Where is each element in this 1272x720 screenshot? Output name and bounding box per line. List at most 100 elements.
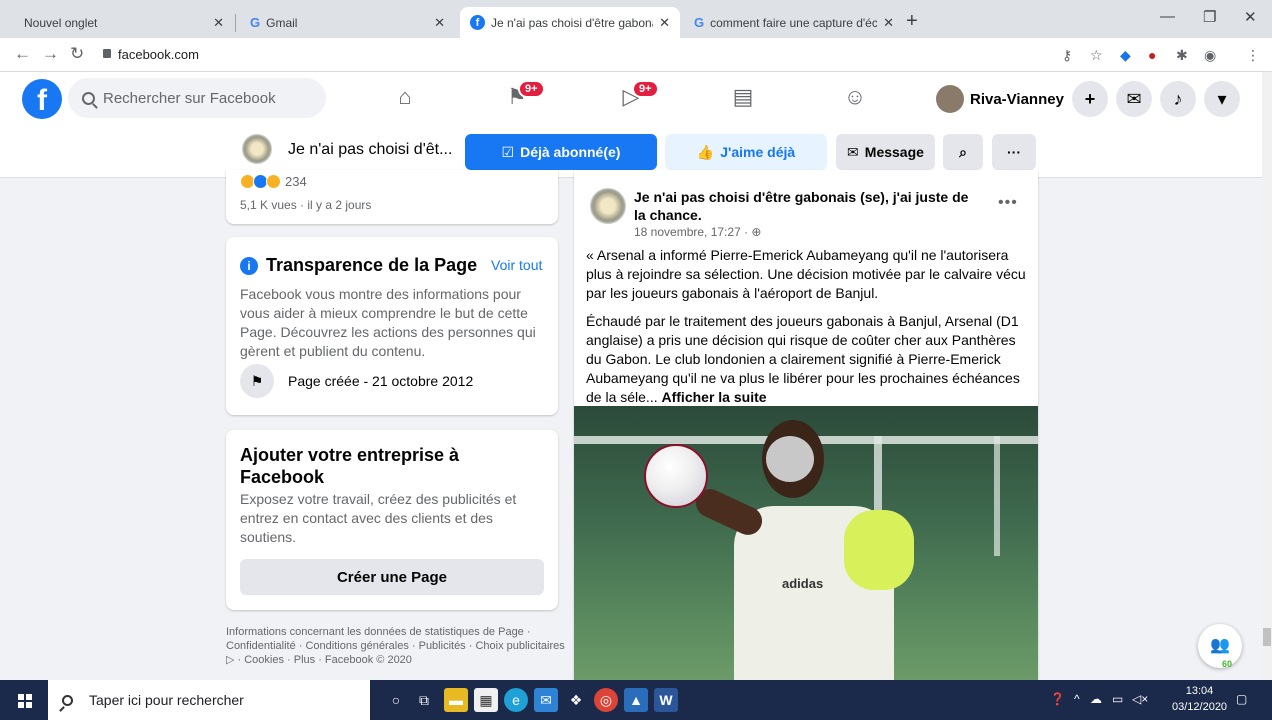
post-more-icon[interactable]: ••• bbox=[998, 194, 1018, 212]
close-icon[interactable]: ✕ bbox=[434, 15, 445, 31]
watch-icon[interactable]: ▷ 9+ bbox=[616, 80, 659, 114]
tab-gmail[interactable]: G Gmail ✕ bbox=[240, 7, 455, 38]
taskbar-search-placeholder: Taper ici pour rechercher bbox=[89, 692, 244, 708]
notifications-bell-icon[interactable]: ♪ bbox=[1160, 81, 1196, 117]
search-icon bbox=[82, 91, 95, 105]
biz-text: Exposez votre travail, créez des publici… bbox=[240, 491, 517, 545]
window-close-icon[interactable]: ✕ bbox=[1244, 8, 1257, 26]
close-icon[interactable]: ✕ bbox=[883, 15, 894, 31]
cortana-icon[interactable]: ○ bbox=[384, 688, 408, 712]
groups-icon[interactable]: ☺ bbox=[840, 84, 870, 114]
facebook-top-nav: f Rechercher sur Facebook ⌂ ⚑ 9+ ▷ 9+ ▤ … bbox=[0, 72, 1262, 126]
liked-button[interactable]: 👍 J'aime déjà bbox=[665, 134, 827, 170]
post-date[interactable]: 18 novembre, 17:27 · bbox=[634, 225, 748, 239]
contacts-button[interactable]: 👥 60 bbox=[1198, 624, 1242, 669]
puzzle-icon[interactable]: ✱ bbox=[1176, 47, 1188, 64]
close-icon[interactable]: ✕ bbox=[213, 15, 224, 31]
facebook-search-input[interactable]: Rechercher sur Facebook bbox=[68, 78, 326, 118]
photos-icon[interactable]: ▲ bbox=[624, 688, 648, 712]
pages-flag-icon[interactable]: ⚑ 9+ bbox=[502, 80, 545, 114]
browser-tab-strip: Nouvel onglet ✕ G Gmail ✕ f Je n'ai pas … bbox=[0, 0, 1272, 38]
new-tab-button[interactable]: + bbox=[906, 10, 918, 33]
minimize-icon[interactable]: — bbox=[1160, 8, 1175, 25]
page-scrollbar[interactable] bbox=[1262, 72, 1272, 680]
reactions[interactable]: 234 bbox=[240, 174, 307, 189]
transparency-title: Transparence de la Page bbox=[266, 255, 478, 275]
word-icon[interactable]: W bbox=[654, 688, 678, 712]
globe-icon: ⊕ bbox=[751, 225, 762, 239]
transparency-text: Facebook vous montre des informations po… bbox=[240, 286, 536, 359]
messenger-icon[interactable]: ✉ bbox=[1116, 81, 1152, 117]
home-icon[interactable]: ⌂ bbox=[390, 84, 420, 114]
more-dots-icon: ··· bbox=[1007, 144, 1021, 160]
message-button[interactable]: ✉ Message bbox=[836, 134, 935, 170]
page-created-text: Page créée - 21 octobre 2012 bbox=[288, 373, 474, 389]
windows-start-icon[interactable] bbox=[18, 694, 32, 708]
onedrive-icon[interactable]: ☁ bbox=[1090, 692, 1102, 706]
footer-links[interactable]: Informations concernant les données de s… bbox=[226, 625, 566, 667]
network-icon[interactable]: ▭ bbox=[1112, 692, 1123, 706]
star-icon[interactable]: ☆ bbox=[1090, 47, 1103, 64]
help-icon[interactable]: ❓ bbox=[1050, 692, 1065, 706]
notification-badge: 9+ bbox=[632, 80, 659, 98]
see-all-link[interactable]: Voir tout bbox=[491, 257, 542, 273]
forward-icon[interactable]: → bbox=[42, 44, 59, 64]
key-icon[interactable]: ⚷ bbox=[1062, 47, 1072, 64]
wow-reaction-icon bbox=[266, 174, 281, 189]
profile-link[interactable]: Riva-Vianney bbox=[936, 85, 1064, 113]
scrollbar-thumb[interactable] bbox=[1263, 628, 1271, 646]
messenger-icon: ✉ bbox=[847, 143, 859, 160]
mail-icon[interactable]: ✉ bbox=[534, 688, 558, 712]
tab-google-search[interactable]: G comment faire une capture d'écr ✕ bbox=[684, 7, 904, 38]
reload-icon[interactable]: ↻ bbox=[70, 44, 84, 64]
thumbs-up-icon: 👍 bbox=[696, 143, 715, 160]
file-explorer-icon[interactable]: ▬ bbox=[444, 688, 468, 712]
account-menu-chevron-icon[interactable]: ▾ bbox=[1204, 81, 1240, 117]
page-created-row: ⚑ Page créée - 21 octobre 2012 bbox=[240, 364, 473, 398]
post-text: « Arsenal a informé Pierre-Emerick Aubam… bbox=[586, 246, 1028, 416]
store-icon[interactable]: ▦ bbox=[474, 688, 498, 712]
taskbar-search-input[interactable]: Taper ici pour rechercher bbox=[48, 680, 370, 720]
more-options-button[interactable]: ··· bbox=[992, 134, 1036, 170]
url-field[interactable]: facebook.com bbox=[118, 47, 199, 62]
taskbar-clock[interactable]: 13:04 03/12/2020 bbox=[1172, 683, 1227, 715]
task-view-icon[interactable]: ⧉ bbox=[412, 688, 436, 712]
volume-icon[interactable]: ◁× bbox=[1132, 692, 1148, 706]
create-page-button[interactable]: Créer une Page bbox=[240, 559, 544, 595]
tab-new-tab[interactable]: Nouvel onglet ✕ bbox=[14, 7, 234, 38]
dropbox-icon[interactable]: ❖ bbox=[564, 688, 588, 712]
adblock-icon[interactable]: ● bbox=[1148, 47, 1156, 63]
facebook-logo-icon[interactable]: f bbox=[22, 79, 62, 119]
tab-facebook-page[interactable]: f Je n'ai pas choisi d'être gabonais ✕ bbox=[460, 7, 680, 38]
restore-icon[interactable]: ❐ bbox=[1203, 8, 1216, 26]
page-search-button[interactable]: ⌕ bbox=[943, 134, 983, 170]
address-bar-row: ← → ↻ facebook.com ⚷ ☆ ◆ ● ✱ ◉ ⋮ bbox=[0, 38, 1272, 72]
post-author-avatar[interactable] bbox=[590, 188, 626, 224]
tray-chevron-icon[interactable]: ^ bbox=[1074, 692, 1080, 706]
account-icon[interactable]: ◉ bbox=[1204, 47, 1216, 64]
edge-icon[interactable]: e bbox=[504, 688, 528, 712]
post-photo[interactable]: adidas bbox=[574, 406, 1038, 690]
subscribed-button[interactable]: ☑ Déjà abonné(e) bbox=[465, 134, 657, 170]
goal-post bbox=[994, 436, 1000, 556]
page-avatar[interactable] bbox=[242, 134, 272, 164]
lock-icon bbox=[103, 49, 111, 58]
post-meta: 18 novembre, 17:27 · ⊕ bbox=[634, 225, 761, 239]
close-icon[interactable]: ✕ bbox=[659, 15, 670, 31]
marketplace-icon[interactable]: ▤ bbox=[728, 84, 758, 114]
back-icon[interactable]: ← bbox=[14, 44, 31, 64]
tab-separator bbox=[235, 14, 236, 32]
menu-dots-icon[interactable]: ⋮ bbox=[1246, 47, 1260, 64]
post-author[interactable]: Je n'ai pas choisi d'être gabonais (se),… bbox=[634, 188, 974, 224]
windows-taskbar: Taper ici pour rechercher ○ ⧉ ▬ ▦ e ✉ ❖ … bbox=[0, 680, 1272, 720]
create-button[interactable]: + bbox=[1072, 81, 1108, 117]
post-paragraph: Échaudé par le traitement des joueurs ga… bbox=[586, 312, 1028, 407]
see-more-link[interactable]: Afficher la suite bbox=[662, 389, 767, 405]
clock-time: 13:04 bbox=[1185, 685, 1214, 697]
extension-icon[interactable]: ◆ bbox=[1120, 47, 1131, 64]
action-center-icon[interactable]: ▢ bbox=[1236, 692, 1247, 706]
tab-label: Je n'ai pas choisi d'être gabonais bbox=[491, 15, 654, 30]
chrome-icon[interactable]: ◎ bbox=[594, 688, 618, 712]
page-title[interactable]: Je n'ai pas choisi d'êt... bbox=[288, 141, 452, 159]
football bbox=[644, 444, 708, 508]
